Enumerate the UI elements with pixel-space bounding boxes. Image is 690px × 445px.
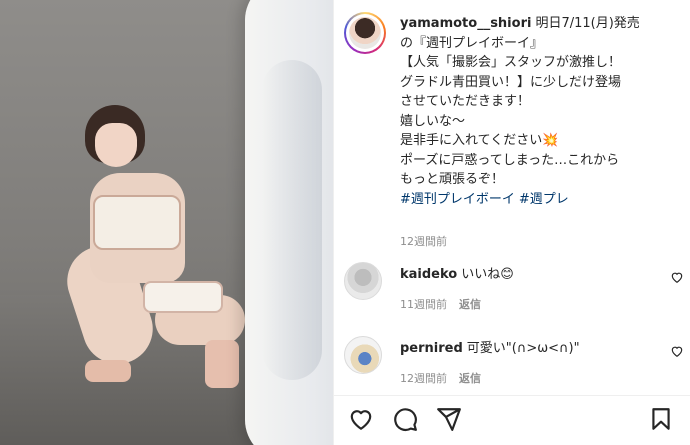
divider [334, 395, 690, 396]
avatar-image [349, 17, 381, 49]
comment-text: pernired 可愛い"(∩>ω<∩)" [400, 341, 580, 356]
author-avatar[interactable] [344, 12, 386, 54]
share-icon[interactable] [436, 406, 462, 432]
comment-timestamp[interactable]: 12週間前 [400, 372, 447, 385]
caption-line-1: 明日7/11(月)発売 [535, 16, 640, 31]
commenter-username[interactable]: pernired [400, 341, 463, 356]
hashtag-link[interactable]: #週刊プレイボーイ [400, 192, 515, 207]
caption-line-7: 是非手に入れてください💥 [400, 133, 559, 148]
caption-line-9: もっと頑張るぞ！ [400, 172, 505, 187]
caption-line-5: させていただきます！ [400, 94, 531, 109]
caption-line-8: ポーズに戸惑ってしまった…これから [400, 152, 620, 168]
heart-icon[interactable] [348, 406, 374, 432]
commenter-username[interactable]: kaideko [400, 267, 457, 282]
action-bar [348, 406, 674, 436]
reply-button[interactable]: 返信 [459, 372, 481, 385]
comment-meta: 12週間前 返信 [400, 370, 493, 386]
caption-line-4: グラドル青田買い！】に少しだけ登場 [400, 74, 622, 90]
hashtag-line: #週刊プレイボーイ #週プレ [400, 190, 685, 210]
caption-line-2: の『週刊プレイボーイ』 [400, 35, 544, 51]
caption-line-3: 【人気「撮影会」スタッフが激推し！ [400, 55, 622, 70]
comment-icon[interactable] [392, 406, 418, 432]
sparkle-emoji: 💥 [542, 133, 559, 148]
comment-item: pernired 可愛い"(∩>ω<∩)" 12週間前 返信 [344, 336, 684, 396]
comment-timestamp[interactable]: 11週間前 [400, 298, 447, 311]
comment-like-icon[interactable] [670, 344, 684, 358]
comment-text: kaideko いいね😊 [400, 267, 514, 282]
comment-meta: 11週間前 返信 [400, 296, 493, 312]
comment-item: kaideko いいね😊 11週間前 返信 [344, 262, 684, 322]
commenter-avatar[interactable] [344, 336, 382, 374]
bookmark-icon[interactable] [648, 406, 674, 432]
model-figure [45, 95, 245, 395]
post-side-panel: yamamoto__shiori 明日7/11(月)発売 の『週刊プレイボーイ』 … [333, 0, 690, 445]
post-photo[interactable] [0, 0, 333, 445]
post-timestamp[interactable]: 12週間前 [400, 233, 447, 249]
hashtag-link[interactable]: #週プレ [519, 192, 569, 207]
caption-text: yamamoto__shiori 明日7/11(月)発売 の『週刊プレイボーイ』 … [400, 14, 685, 209]
author-username[interactable]: yamamoto__shiori [400, 16, 531, 31]
smile-emoji: 😊 [500, 267, 514, 282]
instagram-post: yamamoto__shiori 明日7/11(月)発売 の『週刊プレイボーイ』 … [0, 0, 690, 445]
comment-like-icon[interactable] [670, 270, 684, 284]
commenter-avatar[interactable] [344, 262, 382, 300]
caption-line-6: 嬉しいな〜 [400, 113, 466, 129]
reply-button[interactable]: 返信 [459, 298, 481, 311]
